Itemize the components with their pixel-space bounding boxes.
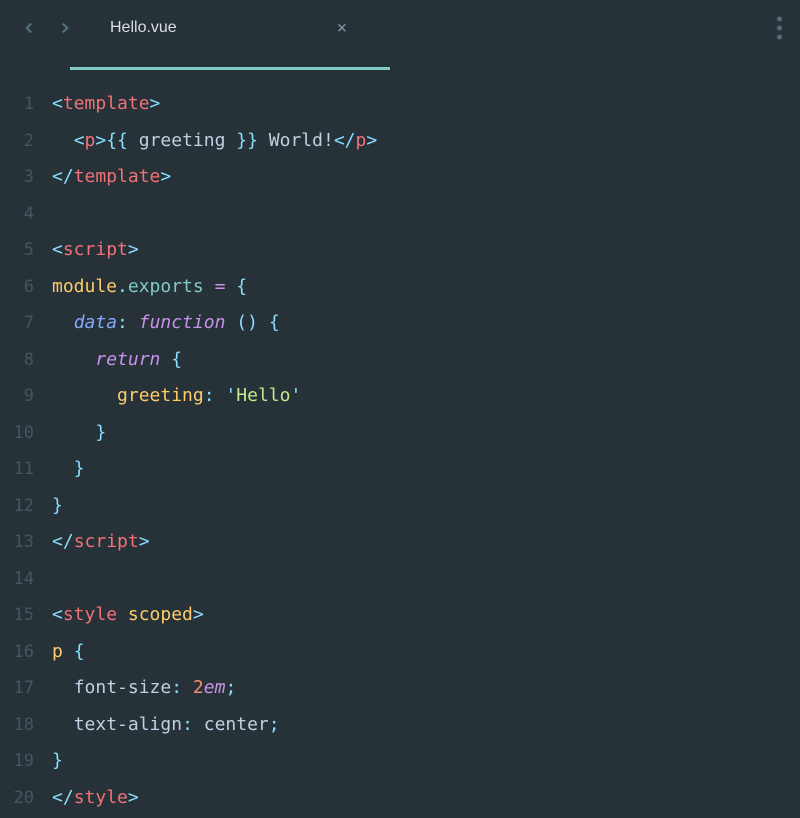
- line-number: 15: [0, 597, 34, 634]
- nav-forward-button[interactable]: [56, 19, 74, 37]
- line-number: 4: [0, 196, 34, 233]
- file-tab[interactable]: Hello.vue ×: [110, 0, 367, 56]
- line-number: 14: [0, 561, 34, 598]
- code-line[interactable]: greeting: 'Hello': [52, 378, 800, 415]
- line-number: 16: [0, 634, 34, 671]
- nav-arrows: [12, 19, 82, 37]
- code-line[interactable]: data: function () {: [52, 305, 800, 342]
- code-line[interactable]: [52, 196, 800, 233]
- code-line[interactable]: p {: [52, 634, 800, 671]
- code-line[interactable]: <p>{{ greeting }} World!</p>: [52, 123, 800, 160]
- tab-close-button[interactable]: ×: [337, 18, 347, 38]
- line-number: 2: [0, 123, 34, 160]
- line-number: 17: [0, 670, 34, 707]
- code-line[interactable]: [52, 561, 800, 598]
- code-content[interactable]: <template> <p>{{ greeting }} World!</p> …: [52, 86, 800, 816]
- code-line[interactable]: }: [52, 415, 800, 452]
- tab-bar: Hello.vue ×: [0, 0, 800, 56]
- code-line[interactable]: <template>: [52, 86, 800, 123]
- code-line[interactable]: </template>: [52, 159, 800, 196]
- line-number-gutter: 1 2 3 4 5 6 7 8 9 10 11 12 13 14 15 16 1…: [0, 86, 52, 816]
- line-number: 7: [0, 305, 34, 342]
- nav-back-button[interactable]: [20, 19, 38, 37]
- code-line[interactable]: }: [52, 451, 800, 488]
- line-number: 19: [0, 743, 34, 780]
- line-number: 13: [0, 524, 34, 561]
- line-number: 20: [0, 780, 34, 817]
- line-number: 12: [0, 488, 34, 525]
- tab-active-indicator: [70, 67, 390, 70]
- code-line[interactable]: }: [52, 488, 800, 525]
- line-number: 3: [0, 159, 34, 196]
- line-number: 11: [0, 451, 34, 488]
- line-number: 18: [0, 707, 34, 744]
- line-number: 10: [0, 415, 34, 452]
- line-number: 5: [0, 232, 34, 269]
- line-number: 6: [0, 269, 34, 306]
- line-number: 1: [0, 86, 34, 123]
- code-line[interactable]: </script>: [52, 524, 800, 561]
- code-line[interactable]: font-size: 2em;: [52, 670, 800, 707]
- code-line[interactable]: }: [52, 743, 800, 780]
- code-line[interactable]: text-align: center;: [52, 707, 800, 744]
- line-number: 9: [0, 378, 34, 415]
- line-number: 8: [0, 342, 34, 379]
- tab-title: Hello.vue: [110, 19, 177, 37]
- code-editor[interactable]: 1 2 3 4 5 6 7 8 9 10 11 12 13 14 15 16 1…: [0, 56, 800, 816]
- code-line[interactable]: </style>: [52, 780, 800, 817]
- code-line[interactable]: <script>: [52, 232, 800, 269]
- more-menu-button[interactable]: [777, 17, 782, 40]
- code-line[interactable]: module.exports = {: [52, 269, 800, 306]
- code-line[interactable]: <style scoped>: [52, 597, 800, 634]
- code-line[interactable]: return {: [52, 342, 800, 379]
